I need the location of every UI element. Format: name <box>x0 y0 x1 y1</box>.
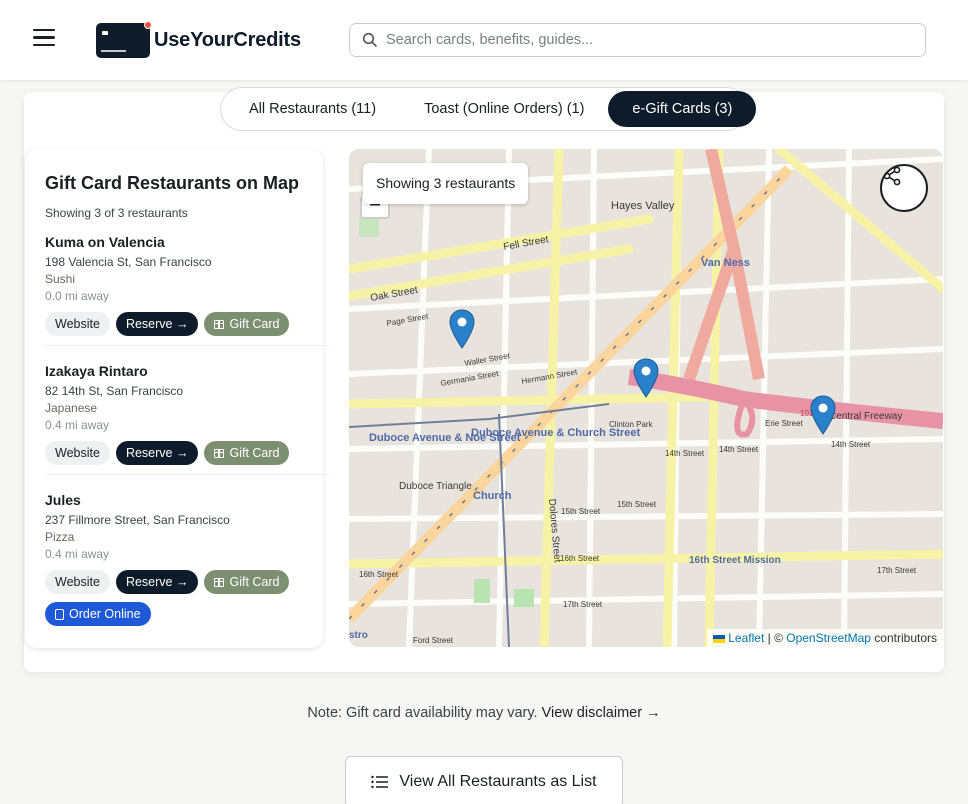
restaurant-cuisine: Sushi <box>45 272 76 286</box>
map-label: 17th Street <box>563 600 603 609</box>
brand-logo[interactable]: UseYourCredits <box>96 21 301 58</box>
gift-icon <box>214 577 225 587</box>
availability-note: Note: Gift card availability may vary. V… <box>0 705 968 721</box>
hamburger-menu-icon[interactable] <box>33 29 55 51</box>
leaflet-link[interactable]: Leaflet <box>728 631 764 645</box>
map-results-badge: Showing 3 restaurants <box>363 163 529 204</box>
restaurant-address: 237 Fillmore Street, San Francisco <box>45 513 230 527</box>
credit-card-logo-icon <box>96 21 152 58</box>
map-label: 16th Street <box>560 554 600 563</box>
search-input[interactable] <box>386 32 906 48</box>
map-label: 14th Street <box>719 445 759 454</box>
website-button[interactable]: Website <box>45 441 110 465</box>
order-online-label: Order Online <box>69 607 141 621</box>
restaurant-item: Jules 237 Fillmore Street, San Francisco… <box>45 492 305 626</box>
note-text: Note: Gift card availability may vary. <box>307 705 538 721</box>
map-attribution: Leaflet | © OpenStreetMap contributors <box>707 629 943 647</box>
gift-card-label: Gift Card <box>229 446 280 460</box>
map-label: Van Ness <box>701 257 750 269</box>
reserve-button[interactable]: Reserve → <box>115 570 199 594</box>
gift-card-button[interactable]: Gift Card <box>204 441 290 465</box>
restaurant-name[interactable]: Kuma on Valencia <box>45 234 305 250</box>
map-label: stro <box>349 630 368 641</box>
search-bar[interactable] <box>349 23 926 57</box>
divider <box>45 474 329 475</box>
view-all-label: View All Restaurants as List <box>399 773 597 790</box>
tab-toast-online-orders[interactable]: Toast (Online Orders) (1) <box>400 91 608 127</box>
gift-card-label: Gift Card <box>229 575 280 589</box>
restaurant-map[interactable]: Hayes Valley Van Ness Fell Street Oak St… <box>349 149 943 647</box>
view-disclaimer-link[interactable]: View disclaimer → <box>542 705 661 721</box>
gift-card-button[interactable]: Gift Card <box>204 312 290 336</box>
restaurant-list-card: Gift Card Restaurants on Map Showing 3 o… <box>25 149 329 648</box>
attribution-separator: | © <box>764 631 787 645</box>
website-button[interactable]: Website <box>45 570 110 594</box>
openstreetmap-link[interactable]: OpenStreetMap <box>786 631 871 645</box>
map-marker-jules[interactable] <box>810 395 836 435</box>
map-label: Duboce Triangle <box>399 481 472 492</box>
restaurant-item: Kuma on Valencia 198 Valencia St, San Fr… <box>45 234 305 336</box>
map-label: Clinton Park <box>609 420 654 429</box>
map-marker-izakaya-rintaro[interactable] <box>633 358 659 398</box>
map-label: 16th Street Mission <box>689 555 781 566</box>
map-label: 15th Street <box>561 507 601 516</box>
restaurant-address: 82 14th St, San Francisco <box>45 384 184 398</box>
reserve-button[interactable]: Reserve → <box>115 441 199 465</box>
restaurant-cuisine: Pizza <box>45 530 75 544</box>
map-label: 17th Street <box>877 566 917 575</box>
list-count: Showing 3 of 3 restaurants <box>45 206 188 220</box>
share-button[interactable] <box>880 164 928 212</box>
search-icon <box>362 32 377 47</box>
tab-all-restaurants[interactable]: All Restaurants (11) <box>225 91 400 127</box>
divider <box>45 345 329 346</box>
website-button[interactable]: Website <box>45 312 110 336</box>
restaurant-distance: 0.0 mi away <box>45 289 110 303</box>
reserve-button[interactable]: Reserve → <box>115 312 199 336</box>
brand-name: UseYourCredits <box>154 29 301 51</box>
map-label: 14th Street <box>665 449 705 458</box>
gift-icon <box>214 319 225 329</box>
order-online-button[interactable]: Order Online <box>45 602 151 626</box>
gift-card-label: Gift Card <box>229 317 280 331</box>
tab-egift-cards[interactable]: e-Gift Cards (3) <box>608 91 757 127</box>
restaurant-distance: 0.4 mi away <box>45 547 110 561</box>
ukraine-flag-icon <box>713 634 726 643</box>
list-icon <box>371 775 389 789</box>
map-label: Ford Street <box>413 636 454 645</box>
filter-tabs: All Restaurants (11) Toast (Online Order… <box>220 87 757 131</box>
map-label: Duboce Avenue & Noe Street <box>369 432 521 444</box>
restaurant-name[interactable]: Izakaya Rintaro <box>45 363 305 379</box>
map-label: Erie Street <box>765 419 804 428</box>
map-label: Hayes Valley <box>611 200 675 212</box>
map-label: Central Freeway <box>829 411 902 422</box>
restaurant-address: 198 Valencia St, San Francisco <box>45 255 212 269</box>
gift-card-button[interactable]: Gift Card <box>204 570 290 594</box>
restaurant-name[interactable]: Jules <box>45 492 305 508</box>
map-label: 16th Street <box>359 570 399 579</box>
gift-icon <box>214 448 225 458</box>
map-label: 14th Street <box>831 440 871 449</box>
view-all-list-button[interactable]: View All Restaurants as List <box>345 756 623 804</box>
map-label: Church <box>473 490 512 502</box>
map-label: 15th Street <box>617 500 657 509</box>
list-title: Gift Card Restaurants on Map <box>45 173 300 193</box>
map-tiles: Hayes Valley Van Ness Fell Street Oak St… <box>349 149 943 647</box>
restaurant-cuisine: Japanese <box>45 401 98 415</box>
attribution-tail: contributors <box>870 631 937 645</box>
top-header: UseYourCredits <box>0 0 968 80</box>
share-icon <box>883 166 901 186</box>
map-marker-kuma-on-valencia[interactable] <box>449 309 475 349</box>
restaurant-distance: 0.4 mi away <box>45 418 110 432</box>
order-icon <box>55 608 64 620</box>
restaurant-item: Izakaya Rintaro 82 14th St, San Francisc… <box>45 363 305 465</box>
